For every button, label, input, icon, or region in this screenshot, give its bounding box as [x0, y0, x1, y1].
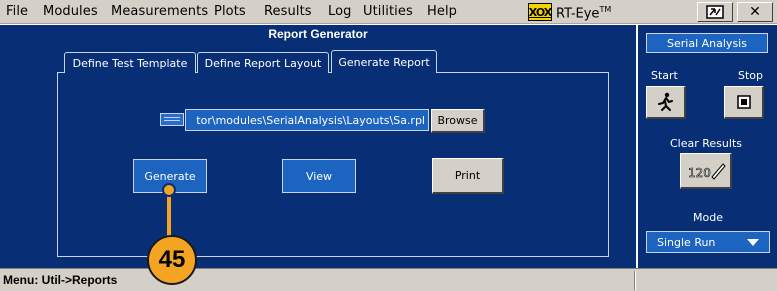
folder-button[interactable]: [160, 113, 184, 126]
menu-results[interactable]: Results: [264, 4, 312, 19]
status-text: Menu: Util->Reports: [3, 273, 118, 287]
menu-plots[interactable]: Plots: [214, 4, 246, 19]
close-button[interactable]: ✕: [737, 2, 773, 22]
window-toggle-button[interactable]: [697, 2, 733, 22]
dropdown-caret-icon: [747, 239, 759, 246]
mode-label: Mode: [693, 211, 723, 224]
stop-label: Stop: [738, 69, 764, 82]
clear-results-button[interactable]: 120: [680, 153, 732, 189]
menu-help[interactable]: Help: [427, 4, 457, 19]
clear-results-icon: 120: [687, 162, 726, 180]
status-divider: [634, 271, 636, 290]
trademark-mark: TM: [599, 5, 612, 14]
run-icon: [657, 92, 673, 111]
stop-icon: [736, 95, 751, 109]
menu-utilities[interactable]: Utilities: [363, 4, 413, 19]
close-icon: ✕: [749, 4, 761, 20]
product-name-text: RT-Eye: [556, 6, 600, 22]
callout-badge: 45: [147, 235, 197, 285]
report-generator-panel: Report Generator Define Test Template De…: [0, 25, 636, 268]
view-button[interactable]: View: [282, 159, 356, 193]
stop-button[interactable]: [724, 86, 764, 119]
window-toggle-icon: [706, 5, 724, 19]
mode-dropdown[interactable]: Single Run: [646, 231, 770, 253]
menu-file[interactable]: File: [6, 4, 28, 19]
start-label: Start: [651, 69, 678, 82]
app-logo: XOX: [528, 3, 552, 21]
menu-log[interactable]: Log: [328, 4, 352, 19]
tab-define-test-template[interactable]: Define Test Template: [64, 52, 196, 73]
start-button[interactable]: [646, 86, 686, 119]
menu-measurements[interactable]: Measurements: [111, 4, 208, 19]
product-name: RT-EyeTM: [556, 5, 611, 21]
tab-define-report-layout[interactable]: Define Report Layout: [197, 52, 329, 73]
menu-bar: File Modules Measurements Plots Results …: [0, 0, 777, 24]
status-bar: Menu: Util->Reports: [0, 268, 777, 291]
print-button[interactable]: Print: [432, 158, 504, 194]
page-title: Report Generator: [268, 27, 368, 41]
svg-text:120: 120: [688, 166, 711, 180]
side-panel-title: Serial Analysis: [646, 33, 768, 53]
tab-generate-report[interactable]: Generate Report: [331, 50, 437, 73]
mode-value: Single Run: [657, 235, 716, 249]
layout-path-field[interactable]: tor\modules\SerialAnalysis\Layouts\Sa.rp…: [185, 109, 429, 131]
serial-analysis-panel: Serial Analysis Start Stop Clear Results…: [638, 25, 777, 268]
menu-modules[interactable]: Modules: [43, 4, 98, 19]
callout-anchor-dot: [162, 183, 176, 197]
clear-results-label: Clear Results: [670, 137, 742, 150]
browse-button[interactable]: Browse: [431, 109, 485, 133]
